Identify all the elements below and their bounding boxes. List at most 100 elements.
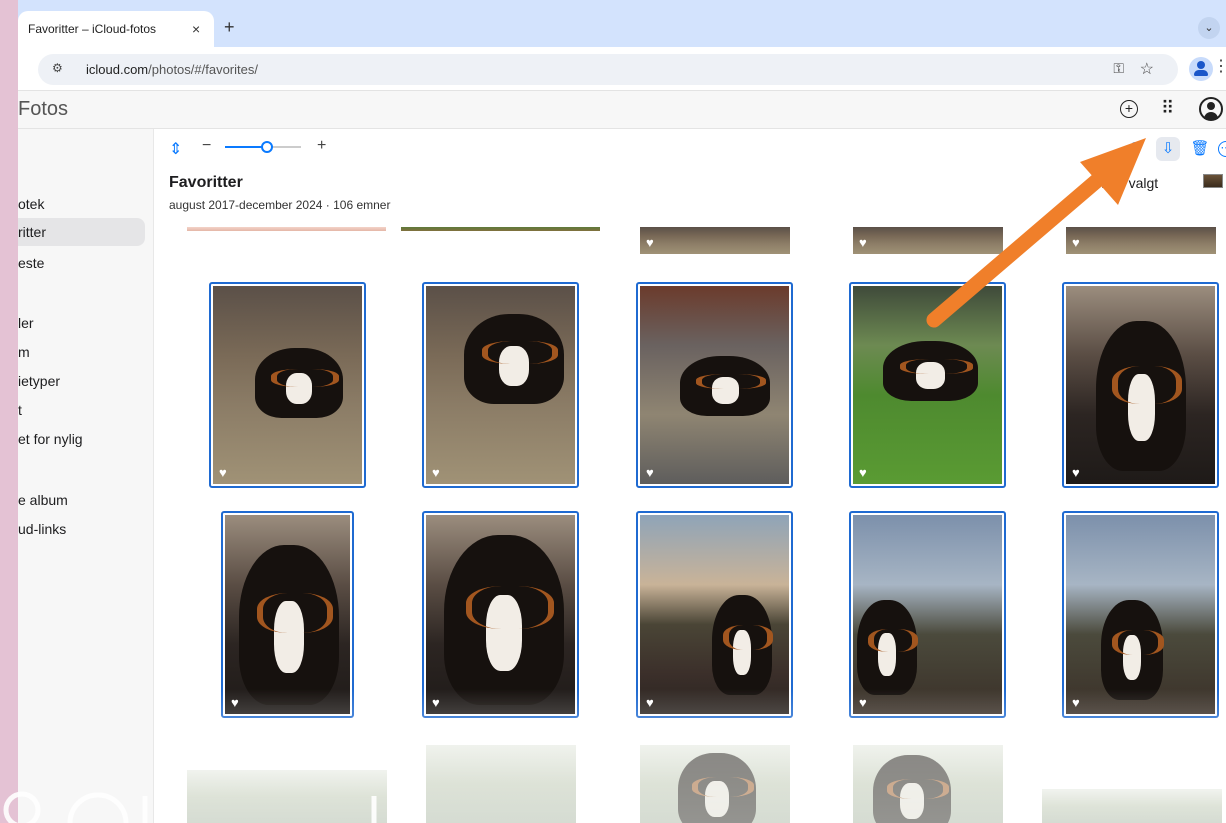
app-header: Fotos + ⠿ (18, 91, 1226, 129)
photo-image (426, 745, 576, 823)
photo-thumbnail[interactable]: ♥ (640, 227, 790, 254)
sidebar-item-seneste[interactable]: este (18, 249, 145, 277)
new-tab-button[interactable]: + (224, 17, 235, 38)
url-text[interactable]: icloud.com/photos/#/favorites/ (86, 62, 258, 77)
zoom-slider[interactable] (225, 141, 301, 153)
photo-image: ♥ (225, 515, 350, 714)
browser-window: Favoritter – iCloud-fotos × + ⌄ ⚙ icloud… (18, 0, 1226, 823)
photo-image (640, 745, 790, 823)
menu-icon[interactable]: ⋮ (1213, 59, 1226, 75)
photo-image: ♥ (853, 515, 1002, 714)
dog-figure (883, 341, 978, 401)
heart-icon: ♥ (219, 465, 227, 480)
photo-thumbnail[interactable] (1042, 789, 1222, 823)
heart-icon: ♥ (1072, 235, 1080, 250)
sidebar-item-bibliotek[interactable]: otek (18, 190, 145, 218)
zoom-slider-knob[interactable] (260, 141, 273, 153)
sidebar-item-favoritter[interactable]: ritter (18, 218, 145, 246)
apps-grid-icon[interactable]: ⠿ (1161, 98, 1174, 119)
profile-icon[interactable] (1189, 57, 1213, 81)
dog-figure (1101, 600, 1164, 700)
favorite-icon[interactable]: ♡ (1125, 137, 1149, 161)
photo-image: ♥ (853, 286, 1002, 484)
sidebar-item-personer[interactable]: ler (18, 309, 145, 337)
zoom-out-button[interactable]: − (202, 137, 211, 155)
photo-thumbnail[interactable] (187, 770, 387, 823)
photo-image: ♥ (426, 515, 575, 714)
photo-image: ♥ (640, 515, 789, 714)
photo-thumbnail[interactable] (853, 745, 1003, 823)
photo-thumbnail[interactable] (401, 227, 600, 231)
photo-thumbnail[interactable]: ♥ (1066, 227, 1216, 254)
photo-thumbnail[interactable]: ♥ (422, 511, 579, 718)
sidebar-item-icloud-links[interactable]: ud-links (18, 515, 145, 543)
photo-image (401, 227, 600, 231)
tab-title: Favoritter – iCloud-fotos (28, 22, 157, 36)
dog-figure (444, 535, 564, 705)
photo-image: ♥ (426, 286, 575, 484)
heart-icon: ♥ (646, 235, 654, 250)
photo-image (853, 745, 1003, 823)
photo-thumbnail[interactable]: ♥ (1062, 511, 1219, 718)
sidebar-item-album[interactable]: m (18, 338, 145, 366)
sidebar-item-delte-album[interactable]: e album (18, 486, 145, 514)
photo-thumbnail[interactable]: ♥ (422, 282, 579, 488)
site-info-icon[interactable]: ⚙ (52, 61, 63, 75)
browser-toolbar: ⚙ icloud.com/photos/#/favorites/ ⚿ ☆ ⋮ (18, 47, 1226, 91)
photo-thumbnail[interactable] (187, 227, 386, 231)
heart-icon: ♥ (231, 695, 239, 710)
photo-thumbnail[interactable]: ♥ (849, 511, 1006, 718)
dog-figure (678, 753, 756, 823)
heart-icon: ♥ (646, 695, 654, 710)
photo-image (187, 227, 386, 231)
heart-icon: ♥ (1072, 695, 1080, 710)
more-icon[interactable]: ⋯ (1218, 141, 1226, 157)
key-icon[interactable]: ⚿ (1113, 60, 1124, 77)
photo-thumbnail[interactable]: ♥ (853, 227, 1003, 254)
photo-image (1042, 789, 1222, 823)
chevron-down-icon[interactable]: ⌄ (1198, 17, 1220, 39)
dog-figure (239, 545, 339, 705)
sidebar-item-slettet-for-nylig[interactable]: et for nylig (18, 425, 145, 453)
tab-strip: Favoritter – iCloud-fotos × + ⌄ (18, 0, 1226, 47)
photo-thumbnail[interactable]: ♥ (636, 511, 793, 718)
photo-thumbnail[interactable] (640, 745, 790, 823)
trash-icon[interactable]: 🗑 (1188, 137, 1212, 161)
heart-icon: ♥ (432, 695, 440, 710)
album-title: Favoritter (169, 174, 243, 191)
photo-thumbnail[interactable]: ♥ (636, 282, 793, 488)
dog-figure (255, 348, 343, 418)
photo-thumbnail[interactable]: ♥ (1062, 282, 1219, 488)
photo-thumbnail[interactable]: ♥ (221, 511, 354, 718)
account-icon[interactable] (1199, 97, 1223, 121)
app-title: Fotos (18, 98, 69, 120)
heart-icon: ♥ (859, 235, 867, 250)
photo-thumbnail[interactable] (426, 745, 576, 823)
photo-image: ♥ (640, 227, 790, 254)
address-bar[interactable]: ⚙ icloud.com/photos/#/favorites/ ⚿ ☆ (38, 54, 1178, 85)
zoom-in-button[interactable]: + (317, 137, 326, 155)
add-icon[interactable]: + (1120, 100, 1138, 118)
sidebar: otek ritter este ler m ietyper t et for … (18, 129, 154, 823)
photo-image (187, 770, 387, 823)
dog-figure (873, 755, 951, 823)
album-subtitle: august 2017-december 2024 · 106 emner (169, 198, 391, 212)
photo-image: ♥ (213, 286, 362, 484)
photo-thumbnail[interactable]: ♥ (209, 282, 366, 488)
photo-image: ♥ (1066, 515, 1215, 714)
photo-thumbnail[interactable]: ♥ (849, 282, 1006, 488)
tab-favoritter[interactable]: Favoritter – iCloud-fotos × (18, 11, 214, 47)
selection-count: emner valgt (1085, 175, 1159, 191)
sidebar-item-skjult[interactable]: t (18, 396, 145, 424)
photo-image: ♥ (853, 227, 1003, 254)
sidebar-item-medietyper[interactable]: ietyper (18, 367, 145, 395)
download-icon[interactable]: ⇩ (1156, 137, 1180, 161)
photo-image: ♥ (1066, 227, 1216, 254)
close-tab-icon[interactable]: × (192, 21, 200, 37)
photo-grid-view: ⇕ − + ♡ ⇩ 🗑 ⋯ Favoritter august 2017-dec… (155, 129, 1226, 823)
star-icon[interactable]: ☆ (1140, 59, 1154, 79)
url-host: icloud.com (86, 62, 149, 77)
dog-figure (1096, 321, 1186, 471)
heart-icon: ♥ (646, 465, 654, 480)
zoom-toggle-icon[interactable]: ⇕ (169, 139, 182, 159)
